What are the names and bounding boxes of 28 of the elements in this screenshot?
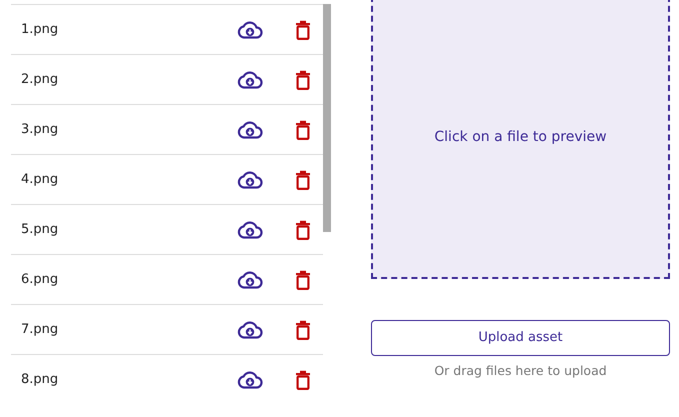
cloud-download-icon[interactable] (237, 20, 263, 38)
file-name[interactable]: 4.png (21, 170, 237, 190)
drag-hint: Or drag files here to upload (433, 362, 608, 380)
trash-icon[interactable] (295, 70, 311, 90)
file-name[interactable]: 8.png (21, 370, 237, 390)
cloud-download-icon[interactable] (237, 170, 263, 188)
file-name[interactable]: 3.png (21, 120, 237, 140)
trash-icon[interactable] (295, 120, 311, 140)
cloud-download-icon[interactable] (237, 270, 263, 288)
cloud-download-icon[interactable] (237, 220, 263, 238)
cloud-download-icon[interactable] (237, 370, 263, 388)
file-name[interactable]: 6.png (21, 270, 237, 290)
upload-button[interactable]: Upload asset (371, 320, 670, 356)
trash-icon[interactable] (295, 220, 311, 240)
scrollbar-thumb[interactable] (323, 4, 331, 232)
file-name[interactable]: 5.png (21, 220, 237, 240)
trash-icon[interactable] (295, 370, 311, 390)
trash-icon[interactable] (295, 20, 311, 40)
file-name[interactable]: 7.png (21, 320, 237, 340)
trash-icon[interactable] (295, 320, 311, 340)
cloud-download-icon[interactable] (237, 320, 263, 338)
file-name[interactable]: 2.png (21, 70, 237, 90)
trash-icon[interactable] (295, 170, 311, 190)
trash-icon[interactable] (295, 270, 311, 290)
cloud-download-icon[interactable] (237, 120, 263, 138)
cloud-download-icon[interactable] (237, 70, 263, 88)
preview-message: Click on a file to preview (434, 128, 607, 147)
file-name[interactable]: 1.png (21, 20, 237, 40)
